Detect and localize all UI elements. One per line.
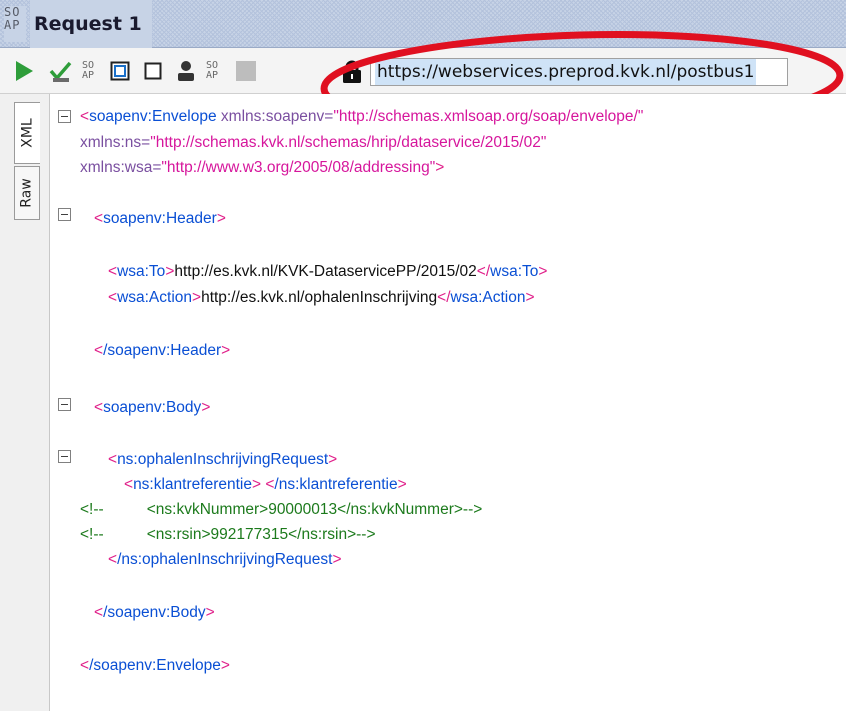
create-request-button[interactable]: SO AP (206, 58, 224, 84)
fold-envelope-toggle[interactable] (58, 110, 71, 123)
xml-line-ns-attr: xmlns:ns="http://schemas.kvk.nl/schemas/… (80, 134, 547, 151)
mini-soap-bottom-2: AP (206, 70, 219, 81)
xml-line-wsa-to: <wsa:To>http://es.kvk.nl/KVK-Dataservice… (108, 263, 548, 280)
fold-request-toggle[interactable] (58, 450, 71, 463)
soap-logo: SO AP (4, 6, 26, 42)
xml-line-body-open: <soapenv:Body> (94, 399, 211, 416)
tab-xml[interactable]: XML (14, 102, 40, 164)
submit-request-button[interactable] (14, 58, 34, 84)
toggle-pane-button[interactable] (144, 58, 162, 84)
endpoint-url-text: https://webservices.preprod.kvk.nl/postb… (375, 59, 757, 85)
format-button[interactable] (110, 58, 130, 84)
stop-icon (236, 61, 256, 81)
xml-editor[interactable]: <soapenv:Envelope xmlns:soapenv="http://… (50, 94, 846, 711)
square-icon (144, 62, 162, 80)
tab-raw-label: Raw (19, 178, 36, 208)
fold-gutter (50, 94, 76, 711)
mini-soap-bottom: AP (82, 70, 95, 81)
check-icon (49, 61, 72, 82)
create-empty-request-button[interactable]: SO AP (82, 58, 100, 84)
xml-line-header-open: <soapenv:Header> (94, 210, 226, 227)
editor-view-tabs: XML Raw (0, 94, 50, 711)
xml-line-wsa-action: <wsa:Action>http://es.kvk.nl/ophalenInsc… (108, 289, 535, 306)
cancel-request-button[interactable] (236, 58, 256, 84)
secure-connection-icon (342, 60, 362, 89)
format-icon (110, 61, 130, 81)
play-icon (16, 61, 33, 81)
soap-logo-bottom: AP (4, 18, 21, 32)
xml-line-header-close: </soapenv:Header> (94, 342, 231, 359)
user-icon (178, 61, 194, 81)
xml-line-request-close: </ns:ophalenInschrijvingRequest> (108, 551, 342, 568)
xml-line-wsa-attr: xmlns:wsa="http://www.w3.org/2005/08/add… (80, 159, 445, 176)
xml-line-request-open: <ns:ophalenInschrijvingRequest> (108, 451, 338, 468)
xml-line-klantreferentie: <ns:klantreferentie> </ns:klantreferenti… (124, 476, 407, 493)
xml-line-envelope-open: <soapenv:Envelope xmlns:soapenv="http://… (80, 108, 644, 125)
lock-icon (343, 60, 361, 83)
soap-mini-icon-2: SO AP (206, 61, 224, 81)
tab-raw[interactable]: Raw (14, 166, 40, 220)
fold-header-toggle[interactable] (58, 208, 71, 221)
tab-xml-label: XML (19, 118, 36, 148)
title-bar: SO AP Request 1 (0, 0, 846, 48)
xml-line-comment-kvknummer: <!-- <ns:kvkNummer>90000013</ns:kvkNumme… (80, 501, 483, 518)
soap-mini-icon: SO AP (82, 61, 100, 81)
validate-button[interactable] (48, 58, 74, 84)
xml-line-comment-rsin: <!-- <ns:rsin>992177315</ns:rsin>--> (80, 526, 376, 543)
fold-body-toggle[interactable] (58, 398, 71, 411)
request-title: Request 1 (30, 0, 152, 48)
auth-button[interactable] (176, 58, 196, 84)
xml-line-envelope-close: </soapenv:Envelope> (80, 657, 230, 674)
endpoint-url-field[interactable]: https://webservices.preprod.kvk.nl/postb… (370, 58, 788, 86)
xml-line-body-close: </soapenv:Body> (94, 604, 215, 621)
